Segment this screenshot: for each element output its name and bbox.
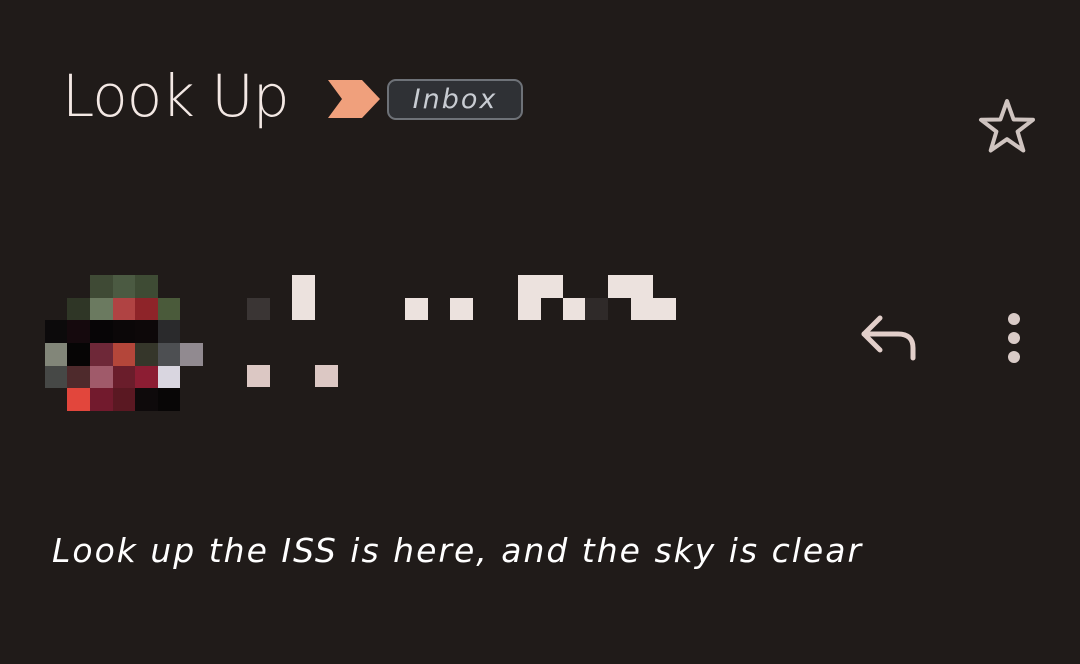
importance-marker-icon[interactable]	[328, 80, 380, 118]
label-chip-inbox[interactable]: Inbox	[387, 79, 523, 120]
reply-icon[interactable]	[858, 312, 918, 364]
star-icon[interactable]	[976, 96, 1038, 158]
subject-title: Look Up	[62, 62, 290, 130]
message-snippet[interactable]: Look up the ISS is here, and the sky is …	[52, 526, 863, 576]
sender-avatar[interactable]	[45, 275, 205, 411]
more-options-icon[interactable]	[1000, 308, 1028, 368]
sender-name-redacted	[247, 275, 676, 387]
